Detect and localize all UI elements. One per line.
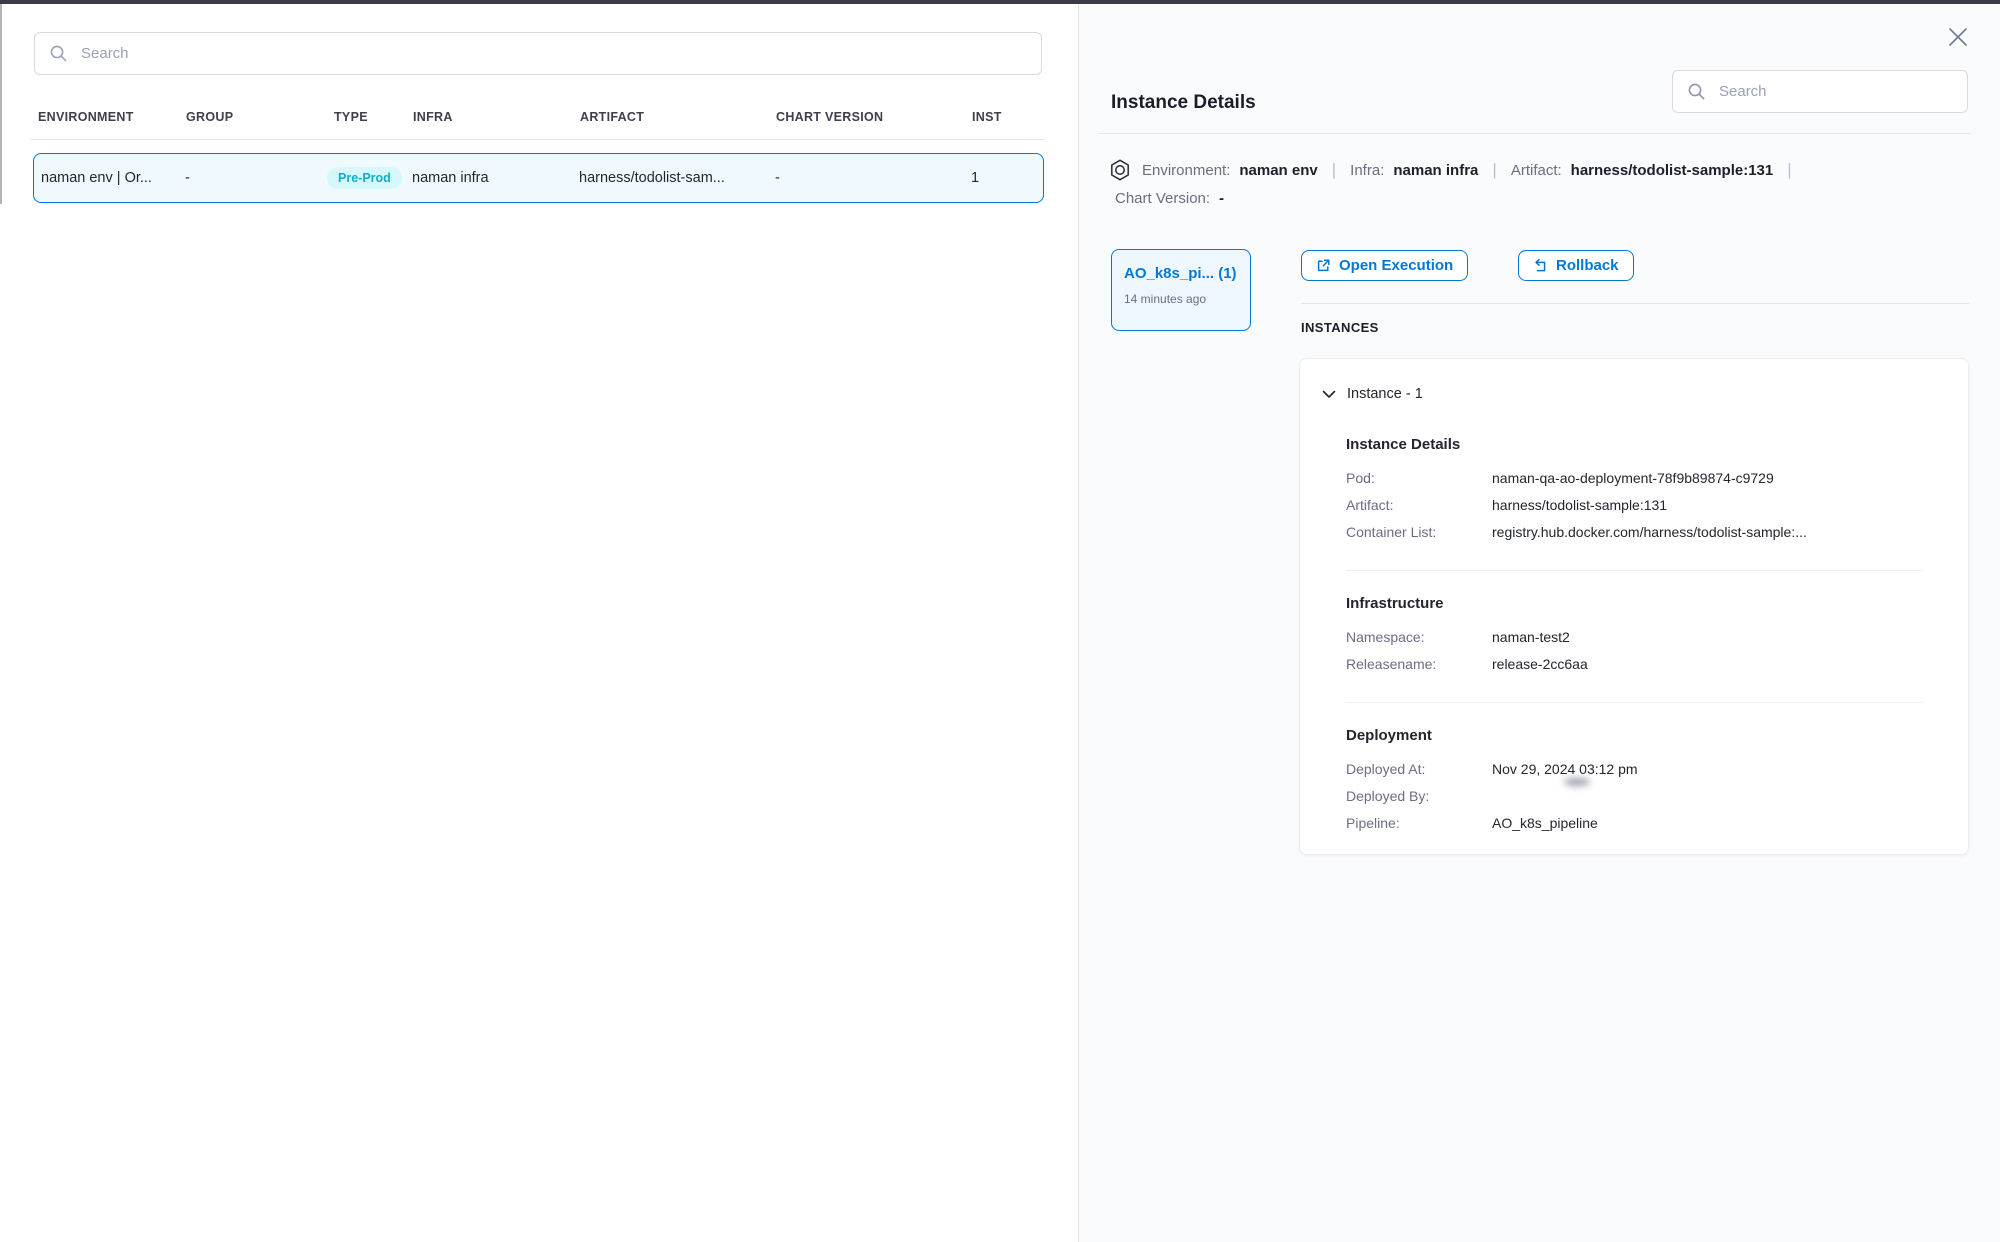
instance-title: Instance - 1 [1347, 386, 1423, 402]
environment-label: Environment: [1142, 162, 1230, 179]
page-top-edge [0, 0, 2000, 4]
column-header-type: TYPE [334, 110, 368, 124]
table-search[interactable] [34, 32, 1042, 75]
column-header-infra: INFRA [413, 110, 453, 124]
instance-details-panel: Instance Details Environment: naman env … [1078, 0, 2000, 1242]
field-value: Nov 29, 2024 03:12 pm [1492, 756, 1638, 783]
infra-value: naman infra [1393, 162, 1478, 179]
field-label: Releasename: [1346, 651, 1492, 678]
panel-title: Instance Details [1111, 92, 1256, 114]
cell-inst-count: 1 [971, 170, 979, 186]
field-label: Namespace: [1346, 624, 1492, 651]
field-label: Artifact: [1346, 492, 1492, 519]
search-icon [49, 44, 68, 63]
panel-search-input[interactable] [1717, 82, 1953, 101]
deployment-meta-line: Environment: naman env | Infra: naman in… [1110, 159, 1806, 181]
section-heading-instance-details: Instance Details [1346, 436, 1924, 453]
infra-label: Infra: [1350, 162, 1384, 179]
column-header-environment: ENVIRONMENT [38, 110, 134, 124]
page-left-edge [0, 4, 2, 204]
field-value: naman-test2 [1492, 624, 1570, 651]
table-search-input[interactable] [79, 44, 1027, 63]
field-row-pod: Pod: naman-qa-ao-deployment-78f9b89874-c… [1346, 465, 1924, 492]
section-divider [1346, 570, 1924, 571]
close-icon [1947, 26, 1969, 48]
cell-infra: naman infra [412, 170, 489, 186]
section-heading-infrastructure: Infrastructure [1346, 595, 1924, 612]
column-header-chart-version: CHART VERSION [776, 110, 883, 124]
cell-environment: naman env | Or... [41, 170, 152, 186]
field-label: Deployed At: [1346, 756, 1492, 783]
field-row-pipeline: Pipeline: AO_k8s_pipeline [1346, 810, 1924, 837]
column-header-group: GROUP [186, 110, 233, 124]
artifact-label: Artifact: [1511, 162, 1562, 179]
field-value: registry.hub.docker.com/harness/todolist… [1492, 519, 1807, 546]
meta-separator: | [1787, 160, 1791, 180]
artifact-value: harness/todolist-sample:131 [1571, 162, 1774, 179]
cell-type: Pre-Prod [327, 167, 402, 189]
meta-separator: | [1332, 160, 1336, 180]
cell-artifact: harness/todolist-sam... [579, 170, 725, 186]
pipeline-card-title: AO_k8s_pi... (1) [1124, 265, 1238, 282]
close-button[interactable] [1945, 24, 1971, 50]
pipeline-execution-card[interactable]: AO_k8s_pi... (1) 14 minutes ago [1111, 249, 1251, 331]
external-link-icon [1316, 258, 1331, 273]
field-value: AO_k8s_pipeline [1492, 810, 1598, 837]
instances-heading: INSTANCES [1301, 320, 1379, 335]
table-header: ENVIRONMENT GROUP TYPE INFRA ARTIFACT CH… [0, 110, 1078, 130]
instances-divider [1301, 303, 1969, 304]
environments-table-panel: ENVIRONMENT GROUP TYPE INFRA ARTIFACT CH… [0, 0, 1078, 1242]
field-row-container-list: Container List: registry.hub.docker.com/… [1346, 519, 1924, 546]
instance-card: Instance - 1 Instance Details Pod: naman… [1299, 358, 1969, 855]
environment-value: naman env [1239, 162, 1317, 179]
search-icon [1687, 82, 1706, 101]
cell-chart-version: - [775, 170, 780, 186]
table-row-selected[interactable]: naman env | Or... - Pre-Prod naman infra… [33, 153, 1044, 203]
table-header-divider [30, 139, 1044, 140]
section-divider [1346, 702, 1924, 703]
rollback-button[interactable]: Rollback [1518, 250, 1634, 281]
chart-version-meta-line: Chart Version: - [1115, 190, 1224, 207]
field-row-releasename: Releasename: release-2cc6aa [1346, 651, 1924, 678]
field-label: Pod: [1346, 465, 1492, 492]
open-execution-button[interactable]: Open Execution [1301, 250, 1468, 281]
field-value: release-2cc6aa [1492, 651, 1588, 678]
pipeline-card-time: 14 minutes ago [1124, 292, 1238, 306]
field-value: naman-qa-ao-deployment-78f9b89874-c9729 [1492, 465, 1774, 492]
field-row-artifact: Artifact: harness/todolist-sample:131 [1346, 492, 1924, 519]
chart-version-label: Chart Version: [1115, 190, 1210, 207]
panel-header-divider [1099, 133, 1971, 134]
panel-search[interactable] [1672, 70, 1968, 113]
field-label: Container List: [1346, 519, 1492, 546]
open-execution-label: Open Execution [1339, 257, 1453, 274]
chevron-down-icon [1322, 390, 1336, 399]
pre-prod-badge: Pre-Prod [327, 167, 402, 189]
field-row-deployed-by: Deployed By: [1346, 783, 1924, 810]
section-heading-deployment: Deployment [1346, 727, 1924, 744]
field-row-deployed-at: Deployed At: Nov 29, 2024 03:12 pm [1346, 756, 1924, 783]
column-header-artifact: ARTIFACT [580, 110, 644, 124]
field-label: Deployed By: [1346, 783, 1492, 810]
rollback-label: Rollback [1556, 257, 1619, 274]
field-row-namespace: Namespace: naman-test2 [1346, 624, 1924, 651]
rollback-icon [1533, 258, 1548, 273]
environment-icon [1110, 159, 1130, 181]
cell-group: - [185, 170, 190, 186]
field-value: harness/todolist-sample:131 [1492, 492, 1667, 519]
chart-version-value: - [1219, 190, 1224, 207]
field-label: Pipeline: [1346, 810, 1492, 837]
column-header-inst: INST [972, 110, 1002, 124]
instance-card-content: Instance Details Pod: naman-qa-ao-deploy… [1300, 436, 1968, 837]
meta-separator: | [1492, 160, 1496, 180]
instance-accordion-toggle[interactable]: Instance - 1 [1300, 359, 1968, 402]
